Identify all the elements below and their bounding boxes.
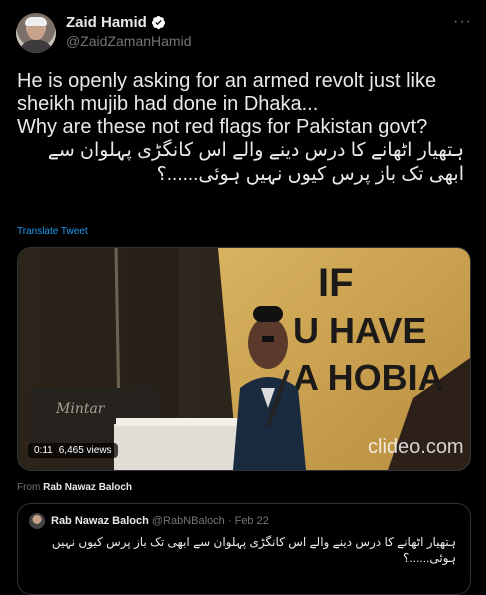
video-source-prefix: From xyxy=(17,482,41,493)
banner-word-phobia: A HOBIA xyxy=(293,357,444,398)
translate-tweet-link[interactable]: Translate Tweet xyxy=(17,226,88,237)
video-frame: IF U HAVE A HOBIA Mintar clideo.com xyxy=(18,248,470,470)
author-name-row[interactable]: Zaid Hamid xyxy=(66,14,166,31)
tweet: Zaid Hamid @ZaidZamanHamid ··· He is ope… xyxy=(0,0,486,595)
more-options-icon[interactable]: ··· xyxy=(453,14,472,30)
quoted-tweet[interactable]: Rab Nawaz Baloch @RabNBaloch · Feb 22 ہت… xyxy=(17,503,471,595)
video-source-link[interactable]: Rab Nawaz Baloch xyxy=(43,482,132,493)
video-time: 0:11 xyxy=(34,445,53,456)
tweet-text: He is openly asking for an armed revolt … xyxy=(17,70,472,187)
author-handle[interactable]: @ZaidZamanHamid xyxy=(66,33,191,49)
quoted-author-avatar[interactable] xyxy=(29,513,45,529)
banner-word-have: U HAVE xyxy=(293,310,426,351)
verified-badge-icon xyxy=(151,15,165,30)
banner-word-if: IF xyxy=(318,261,354,305)
quoted-author-name[interactable]: Rab Nawaz Baloch xyxy=(51,515,149,527)
video-views: 6,465 views xyxy=(58,445,112,456)
video-source: From Rab Nawaz Baloch xyxy=(17,482,132,493)
tweet-line-1: He is openly asking for an armed revolt … xyxy=(17,70,437,115)
author-avatar[interactable] xyxy=(16,13,56,53)
quoted-author-handle[interactable]: @RabNBaloch xyxy=(152,515,225,527)
tweet-urdu-text: ہتھیار اٹھانے کا درس دینے والے اس کانگڑی… xyxy=(47,140,464,185)
tweet-line-2: Why are these not red flags for Pakistan… xyxy=(17,116,428,138)
author-display-name[interactable]: Zaid Hamid xyxy=(66,14,147,31)
quoted-date[interactable]: · Feb 22 xyxy=(228,515,269,527)
video-info-pill: 0:11 6,465 views xyxy=(28,443,118,458)
video-watermark: clideo.com xyxy=(368,436,464,458)
quoted-author-row: Rab Nawaz Baloch @RabNBaloch · Feb 22 xyxy=(51,515,269,527)
podium-text: Mintar xyxy=(55,401,106,417)
video-player[interactable]: IF U HAVE A HOBIA Mintar clideo.com 0:11… xyxy=(17,247,471,471)
quoted-tweet-text: ہتھیار اٹھانے کا درس دینے والے اس کانگڑی… xyxy=(51,535,456,565)
